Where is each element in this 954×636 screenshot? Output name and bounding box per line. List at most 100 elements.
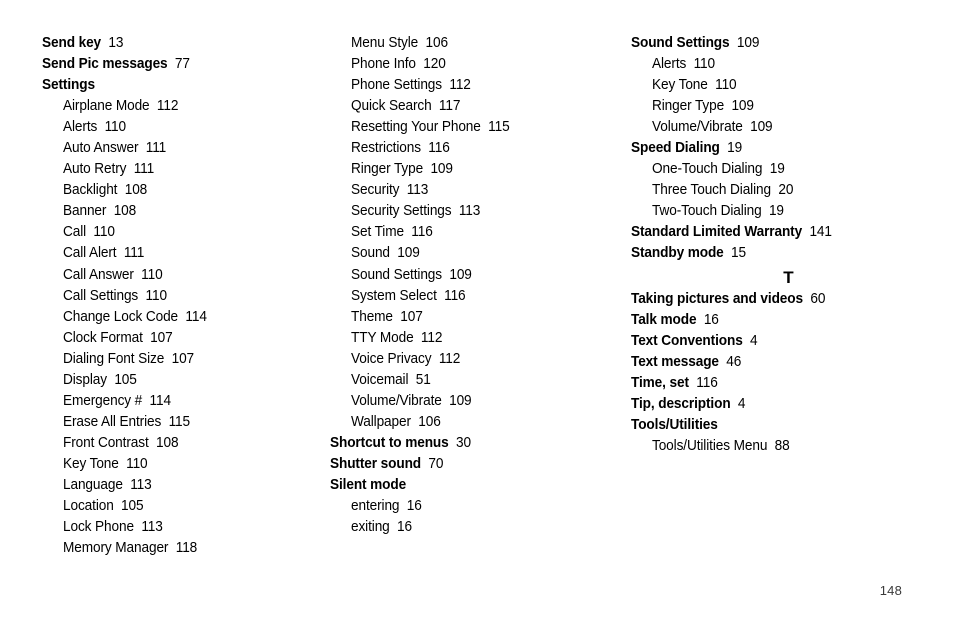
index-entry-page-number: 60 — [810, 290, 826, 307]
index-entry-page-number: 19 — [769, 161, 785, 178]
index-entry[interactable]: Phone Info 120 — [351, 54, 601, 75]
index-entry[interactable]: Change Lock Code 114 — [63, 307, 301, 328]
index-entry[interactable]: Text message 46 — [631, 352, 933, 373]
index-entry[interactable]: entering 16 — [351, 496, 601, 517]
index-entry[interactable]: Restrictions 116 — [351, 138, 601, 159]
index-entry[interactable]: Emergency # 114 — [63, 391, 301, 412]
index-entry-page-number: 110 — [715, 77, 737, 94]
index-entry[interactable]: Volume/Vibrate 109 — [351, 391, 601, 412]
index-entry-label: Time, set — [631, 374, 689, 391]
index-entry[interactable]: Sound Settings 109 — [351, 265, 601, 286]
index-entry[interactable]: Talk mode 16 — [631, 310, 933, 331]
index-entry[interactable]: Front Contrast 108 — [63, 433, 301, 454]
index-entry[interactable]: Language 113 — [63, 475, 301, 496]
index-entry[interactable]: Resetting Your Phone 115 — [351, 117, 601, 138]
index-entry[interactable]: Alerts 110 — [63, 117, 301, 138]
index-entry[interactable]: Call Settings 110 — [63, 286, 301, 307]
index-entry-page-number: 114 — [149, 392, 172, 409]
index-entry[interactable]: Voice Privacy 112 — [351, 349, 601, 370]
index-entry[interactable]: Phone Settings 112 — [351, 75, 601, 96]
index-entry[interactable]: Key Tone 110 — [63, 454, 301, 475]
index-entry-label: Call — [63, 224, 87, 241]
index-entry[interactable]: Call Answer 110 — [63, 265, 301, 286]
index-entry[interactable]: Memory Manager 118 — [63, 538, 301, 559]
index-entry-label: Restrictions — [351, 140, 421, 157]
index-entry[interactable]: Volume/Vibrate 109 — [652, 117, 934, 138]
index-entry[interactable]: Dialing Font Size 107 — [63, 349, 301, 370]
index-entry-label: Resetting Your Phone — [351, 119, 481, 136]
index-entry[interactable]: Settings — [42, 75, 300, 96]
index-entry[interactable]: Call Alert 111 — [63, 243, 301, 264]
index-entry[interactable]: Display 105 — [63, 370, 301, 391]
index-entry-label: Quick Search — [351, 98, 432, 115]
index-entry[interactable]: Standby mode 15 — [631, 243, 933, 264]
index-entry[interactable]: Tools/Utilities — [631, 415, 933, 436]
index-entry[interactable]: Ringer Type 109 — [351, 159, 601, 180]
index-entry-page-number: 111 — [133, 161, 155, 178]
index-entry[interactable]: Call 110 — [63, 222, 301, 243]
index-entry-page-number: 16 — [703, 311, 719, 328]
index-entry[interactable]: Ringer Type 109 — [652, 96, 934, 117]
index-entry[interactable]: Silent mode — [330, 475, 599, 496]
index-entry-page-number: 111 — [123, 245, 145, 262]
index-entry[interactable]: Tip, description 4 — [631, 394, 933, 415]
index-entry[interactable]: System Select 116 — [351, 286, 601, 307]
index-entry[interactable]: Theme 107 — [351, 307, 601, 328]
index-entry[interactable]: Location 105 — [63, 496, 301, 517]
index-entry[interactable]: TTY Mode 112 — [351, 328, 601, 349]
index-entry-page-number: 110 — [693, 56, 716, 73]
index-entry[interactable]: Clock Format 107 — [63, 328, 301, 349]
index-entry[interactable]: Tools/Utilities Menu 88 — [652, 436, 934, 457]
index-entry-label: Menu Style — [351, 35, 419, 51]
index-entry[interactable]: Menu Style 106 — [351, 33, 601, 54]
index-entry[interactable]: Text Conventions 4 — [631, 331, 933, 352]
index-entry[interactable]: Erase All Entries 115 — [63, 412, 301, 433]
index-entry[interactable]: Sound 109 — [351, 243, 601, 264]
index-entry-label: Taking pictures and videos — [631, 290, 803, 307]
index-entry[interactable]: One-Touch Dialing 19 — [652, 159, 934, 180]
index-entry[interactable]: Banner 108 — [63, 201, 301, 222]
index-entry-label: Tools/Utilities — [631, 416, 718, 433]
index-entry-page-number: 110 — [145, 287, 168, 304]
index-entry[interactable]: Voicemail 51 — [351, 370, 601, 391]
index-entry[interactable]: Auto Answer 111 — [63, 138, 301, 159]
index-entry-label: Set Time — [351, 224, 404, 241]
index-entry[interactable]: Lock Phone 113 — [63, 517, 301, 538]
index-entry-label: Send Pic messages — [42, 56, 168, 73]
index-entry[interactable]: Time, set 116 — [631, 373, 933, 394]
index-entry[interactable]: Speed Dialing 19 — [631, 138, 933, 159]
index-entry[interactable]: exiting 16 — [351, 517, 601, 538]
index-entry[interactable]: Send Pic messages 77 — [42, 54, 300, 75]
index-entry[interactable]: Shutter sound 70 — [330, 454, 599, 475]
index-entry[interactable]: Backlight 108 — [63, 180, 301, 201]
index-entry[interactable]: Security Settings 113 — [351, 201, 601, 222]
index-entry-label: Volume/Vibrate — [351, 392, 442, 409]
index-entry[interactable]: Set Time 116 — [351, 222, 601, 243]
index-entry-label: Theme — [351, 308, 393, 325]
index-entry[interactable]: Three Touch Dialing 20 — [652, 180, 934, 201]
index-entry[interactable]: Alerts 110 — [652, 54, 934, 75]
index-entry[interactable]: Quick Search 117 — [351, 96, 601, 117]
index-entry-label: exiting — [351, 519, 390, 536]
index-entry-page-number: 107 — [171, 350, 195, 367]
index-entry-page-number: 4 — [737, 395, 746, 412]
index-entry-page-number: 16 — [397, 519, 412, 536]
index-entry-label: Shutter sound — [330, 455, 422, 472]
index-entry-page-number: 4 — [750, 332, 758, 349]
index-entry[interactable]: Wallpaper 106 — [351, 412, 601, 433]
index-page: Send key 13 Send Pic messages 77 Settings Air… — [0, 0, 954, 636]
index-entry-page-number: 141 — [809, 224, 832, 241]
index-entry[interactable]: Security 113 — [351, 180, 601, 201]
index-entry-label: Phone Settings — [351, 77, 442, 94]
index-entry[interactable]: Shortcut to menus 30 — [330, 433, 599, 454]
index-entry[interactable]: Two-Touch Dialing 19 — [652, 201, 934, 222]
index-entry[interactable]: Send key 13 — [42, 33, 300, 54]
index-entry-label: Talk mode — [631, 311, 697, 328]
index-entry[interactable]: Standard Limited Warranty 141 — [631, 222, 933, 243]
index-entry[interactable]: Airplane Mode 112 — [63, 96, 301, 117]
index-entry[interactable]: Key Tone 110 — [652, 75, 934, 96]
index-entry[interactable]: Sound Settings 109 — [631, 33, 933, 54]
index-entry[interactable]: Taking pictures and videos 60 — [631, 289, 933, 310]
index-entry-label: Key Tone — [63, 455, 119, 472]
index-entry[interactable]: Auto Retry 111 — [63, 159, 301, 180]
